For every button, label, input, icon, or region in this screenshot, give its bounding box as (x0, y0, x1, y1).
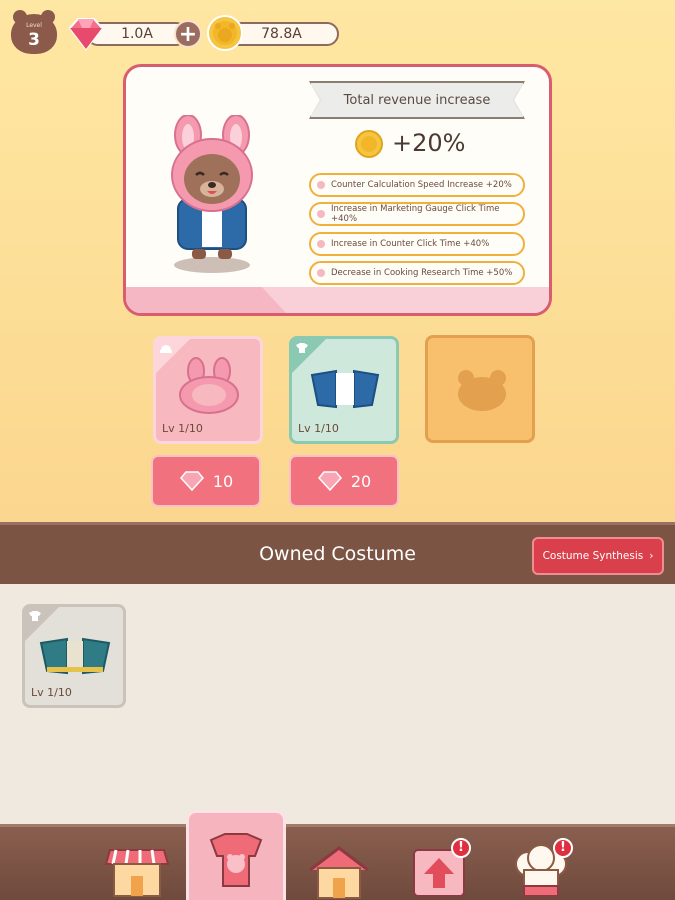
owned-costume-item[interactable]: Lv 1/10 (22, 604, 126, 708)
notification-badge: ! (553, 838, 573, 858)
price-value: 10 (212, 471, 234, 491)
shirt-category-icon (29, 611, 41, 621)
owned-costume-list: Lv 1/10 (0, 584, 675, 824)
coin-icon (355, 130, 383, 158)
slot-level: Lv 1/10 (298, 422, 339, 435)
total-revenue-banner: Total revenue increase (311, 83, 523, 117)
revenue-bonus-value: +20% (392, 129, 466, 157)
gem-icon (68, 18, 104, 51)
effect-item: Counter Calculation Speed Increase +20% (309, 173, 525, 197)
add-gems-button[interactable]: + (174, 20, 202, 48)
gem-icon (179, 471, 204, 491)
hat-slot[interactable]: Lv 1/10 (153, 336, 263, 444)
gem-icon (317, 471, 342, 491)
slot-level: Lv 1/10 (31, 686, 72, 699)
bullet-dot (317, 269, 325, 277)
coin-amount: 78.8A (261, 26, 302, 42)
bear-silhouette-icon (458, 370, 506, 411)
costume-synthesis-button[interactable]: Costume Synthesis › (532, 537, 664, 575)
level-number: 3 (28, 30, 40, 50)
notification-badge: ! (451, 838, 471, 858)
effect-text: Increase in Marketing Gauge Click Time +… (331, 204, 500, 224)
shop-icon[interactable] (104, 842, 170, 900)
home-icon[interactable] (306, 842, 372, 900)
bullet-dot (317, 210, 325, 218)
jacket-slot[interactable]: Lv 1/10 (289, 336, 399, 444)
effect-text: Counter Calculation Speed Increase +20% (331, 180, 512, 190)
buy-hat-button[interactable]: 10 (151, 455, 261, 507)
card-footer-strip (126, 287, 549, 313)
coin-icon (207, 15, 243, 51)
chevron-right-icon: › (649, 550, 654, 562)
denim-jacket-icon (310, 369, 380, 409)
empty-slot[interactable] (425, 335, 535, 443)
effect-text: Decrease in Cooking Research Time +50% (331, 268, 513, 278)
bullet-dot (317, 240, 325, 248)
level-badge[interactable]: Level 3 (11, 10, 57, 54)
slot-level: Lv 1/10 (162, 422, 203, 435)
costume-info-card: Total revenue increase +20% Counter Calc… (123, 64, 552, 316)
costume-icon[interactable] (203, 830, 269, 892)
buy-jacket-button[interactable]: 20 (289, 455, 399, 507)
shirt-category-icon (296, 343, 308, 353)
level-label: Level (26, 22, 42, 29)
bunny-hood-icon (179, 357, 239, 414)
effect-item: Decrease in Cooking Research Time +50% (309, 261, 525, 285)
synthesis-label: Costume Synthesis (542, 550, 644, 562)
bear-character (171, 115, 253, 273)
effect-item: Increase in Marketing Gauge Click Time +… (309, 202, 525, 226)
owned-costume-header: Owned Costume Costume Synthesis › (0, 522, 675, 584)
price-value: 20 (350, 471, 372, 491)
hat-category-icon (160, 345, 172, 353)
effect-text: Increase in Counter Click Time +40% (331, 239, 490, 249)
teal-jacket-icon (39, 637, 111, 675)
effect-item: Increase in Counter Click Time +40% (309, 232, 525, 256)
bullet-dot (317, 181, 325, 189)
gem-amount: 1.0A (121, 26, 153, 42)
